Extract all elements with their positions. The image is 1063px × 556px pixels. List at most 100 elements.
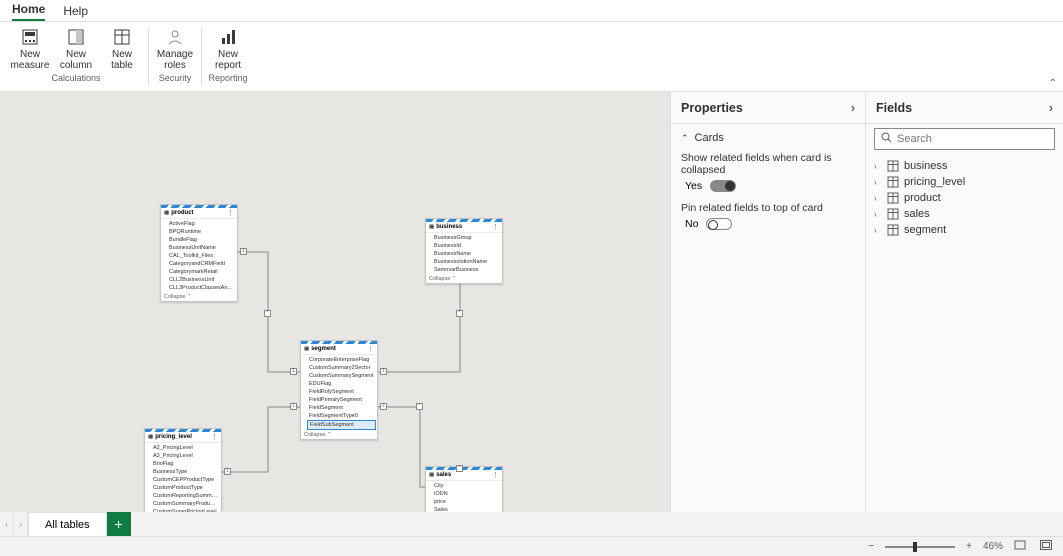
- table-icon: ▦: [304, 346, 309, 352]
- chevron-up-icon: ⌃: [681, 133, 689, 144]
- ribbon-group-rep-label: Reporting: [208, 73, 247, 83]
- fields-table-sales[interactable]: › sales: [872, 206, 1057, 222]
- field-list: CorporateEnterpriseFlag CustomSummary2Se…: [301, 355, 377, 431]
- field-item[interactable]: CustomSummary2Sector: [309, 364, 374, 372]
- fields-search-box[interactable]: [874, 128, 1055, 150]
- fields-table-business[interactable]: › business: [872, 158, 1057, 174]
- collapse-pane-icon[interactable]: ›: [1049, 101, 1053, 115]
- field-item[interactable]: CategorymarkRetail: [169, 268, 234, 276]
- fields-table-pricing-level[interactable]: › pricing_level: [872, 174, 1057, 190]
- field-item-selected[interactable]: FieldSubSegment: [307, 420, 376, 430]
- menu-tabs: Home Help: [0, 0, 1063, 22]
- fields-search-input[interactable]: [897, 133, 1048, 145]
- field-item[interactable]: CustomSummaryProductType: [153, 500, 218, 508]
- field-item[interactable]: CustomCEPProductType: [153, 476, 218, 484]
- field-item[interactable]: price: [434, 498, 499, 506]
- zoom-in-button[interactable]: +: [963, 541, 975, 552]
- field-item[interactable]: FieldRolySegment: [309, 388, 374, 396]
- fields-table-label: product: [904, 192, 941, 204]
- card-more-icon[interactable]: ⋮: [492, 223, 499, 231]
- field-item[interactable]: BusinessName: [434, 250, 499, 258]
- collapse-card-button[interactable]: Collapse: [301, 431, 377, 439]
- fields-table-product[interactable]: › product: [872, 190, 1057, 206]
- field-item[interactable]: FieldSegmentType0: [309, 412, 374, 420]
- table-card-product[interactable]: ▦ product ⋮ ActiveFlag BPQRuntime Bundle…: [160, 204, 238, 302]
- tab-home[interactable]: Home: [12, 2, 45, 21]
- field-item[interactable]: BrioFlag: [153, 460, 218, 468]
- zoom-slider[interactable]: [885, 546, 955, 548]
- card-more-icon[interactable]: ⋮: [211, 433, 218, 441]
- show-related-toggle[interactable]: [710, 180, 736, 192]
- zoom-out-button[interactable]: −: [865, 541, 877, 552]
- table-card-sales[interactable]: ▦ sales ⋮ City IODN price Sales time Col…: [425, 466, 503, 512]
- field-item[interactable]: City: [434, 482, 499, 490]
- field-item[interactable]: EDUFlag: [309, 380, 374, 388]
- section-cards-header[interactable]: ⌃ Cards: [671, 124, 865, 148]
- field-item[interactable]: CustomReportingSummaryPurc...: [153, 492, 218, 500]
- new-table-label: New table: [111, 49, 133, 71]
- fields-table-segment[interactable]: › segment: [872, 222, 1057, 238]
- cardinality-marker: 1: [290, 403, 297, 410]
- field-item[interactable]: A3_PricingLevel: [153, 452, 218, 460]
- field-list: ActiveFlag BPQRuntime BundleFlag Busines…: [161, 219, 237, 293]
- manage-roles-button[interactable]: Manage roles: [155, 24, 195, 71]
- table-card-business[interactable]: ▦ business ⋮ BusinessGroup BusinessId Bu…: [425, 218, 503, 284]
- collapse-card-button[interactable]: Collapse: [161, 293, 237, 301]
- new-column-button[interactable]: New column: [56, 24, 96, 71]
- cardinality-marker: 1: [240, 248, 247, 255]
- field-item[interactable]: CustomSuperPricingLevel: [153, 508, 218, 512]
- measure-icon: [21, 26, 39, 48]
- pin-related-toggle[interactable]: [706, 218, 732, 230]
- field-item[interactable]: CustomProductType: [153, 484, 218, 492]
- collapse-pane-icon[interactable]: ›: [851, 101, 855, 115]
- new-table-button[interactable]: New table: [102, 24, 142, 71]
- new-column-label: New column: [60, 49, 92, 71]
- report-icon: [219, 26, 237, 48]
- table-card-segment[interactable]: ▦ segment ⋮ CorporateEnterpriseFlag Cust…: [300, 340, 378, 440]
- field-item[interactable]: CAL_Toolkit_Files: [169, 252, 234, 260]
- new-report-button[interactable]: New report: [208, 24, 248, 71]
- tab-nav-next[interactable]: ›: [14, 512, 28, 536]
- field-item[interactable]: BundleFlag: [169, 236, 234, 244]
- model-canvas[interactable]: ▦ product ⋮ ActiveFlag BPQRuntime Bundle…: [0, 92, 670, 512]
- diagram-tab-all-tables[interactable]: All tables: [28, 512, 107, 536]
- card-more-icon[interactable]: ⋮: [227, 209, 234, 217]
- chevron-right-icon: ›: [874, 162, 882, 171]
- ribbon-group-security: Manage roles Security: [149, 24, 201, 83]
- ribbon-group-reporting: New report Reporting: [202, 24, 254, 83]
- field-item[interactable]: FieldSegment: [309, 404, 374, 412]
- pin-related-value: No: [685, 218, 698, 230]
- table-icon: [887, 176, 899, 188]
- field-item[interactable]: BusinessolutionName: [434, 258, 499, 266]
- field-item[interactable]: CLL3ProductClassesAndServices: [169, 284, 234, 292]
- field-item[interactable]: BPQRuntime: [169, 228, 234, 236]
- fullscreen-button[interactable]: [1037, 540, 1055, 553]
- fields-header: Fields ›: [866, 92, 1063, 124]
- new-measure-button[interactable]: New measure: [10, 24, 50, 71]
- ribbon-collapse-button[interactable]: ⌃: [1049, 78, 1057, 89]
- field-item[interactable]: CLL2BusinessUnit: [169, 276, 234, 284]
- field-item[interactable]: IODN: [434, 490, 499, 498]
- section-cards-label: Cards: [695, 132, 724, 144]
- field-item[interactable]: A2_PricingLevel: [153, 444, 218, 452]
- field-item[interactable]: ActiveFlag: [169, 220, 234, 228]
- tab-nav-prev[interactable]: ‹: [0, 512, 14, 536]
- field-item[interactable]: BusinessType: [153, 468, 218, 476]
- field-item[interactable]: Sales: [434, 506, 499, 512]
- field-list: City IODN price Sales time: [426, 481, 502, 512]
- field-item[interactable]: SamovarBusiness: [434, 266, 499, 274]
- field-item[interactable]: CategoryandCRMField: [169, 260, 234, 268]
- field-item[interactable]: CorporateEnterpriseFlag: [309, 356, 374, 364]
- table-card-pricing-level[interactable]: ▦ pricing_level ⋮ A2_PricingLevel A3_Pri…: [144, 428, 222, 512]
- card-more-icon[interactable]: ⋮: [367, 345, 374, 353]
- fit-to-page-button[interactable]: [1011, 540, 1029, 553]
- field-item[interactable]: BusinessGroup: [434, 234, 499, 242]
- field-item[interactable]: CustomSummarySegment: [309, 372, 374, 380]
- field-item[interactable]: BusinessUnitName: [169, 244, 234, 252]
- collapse-card-button[interactable]: Collapse: [426, 275, 502, 283]
- field-item[interactable]: FieldPrimarySegment: [309, 396, 374, 404]
- tab-help[interactable]: Help: [63, 4, 88, 21]
- add-diagram-tab-button[interactable]: +: [107, 512, 131, 536]
- field-item[interactable]: BusinessId: [434, 242, 499, 250]
- card-more-icon[interactable]: ⋮: [492, 471, 499, 479]
